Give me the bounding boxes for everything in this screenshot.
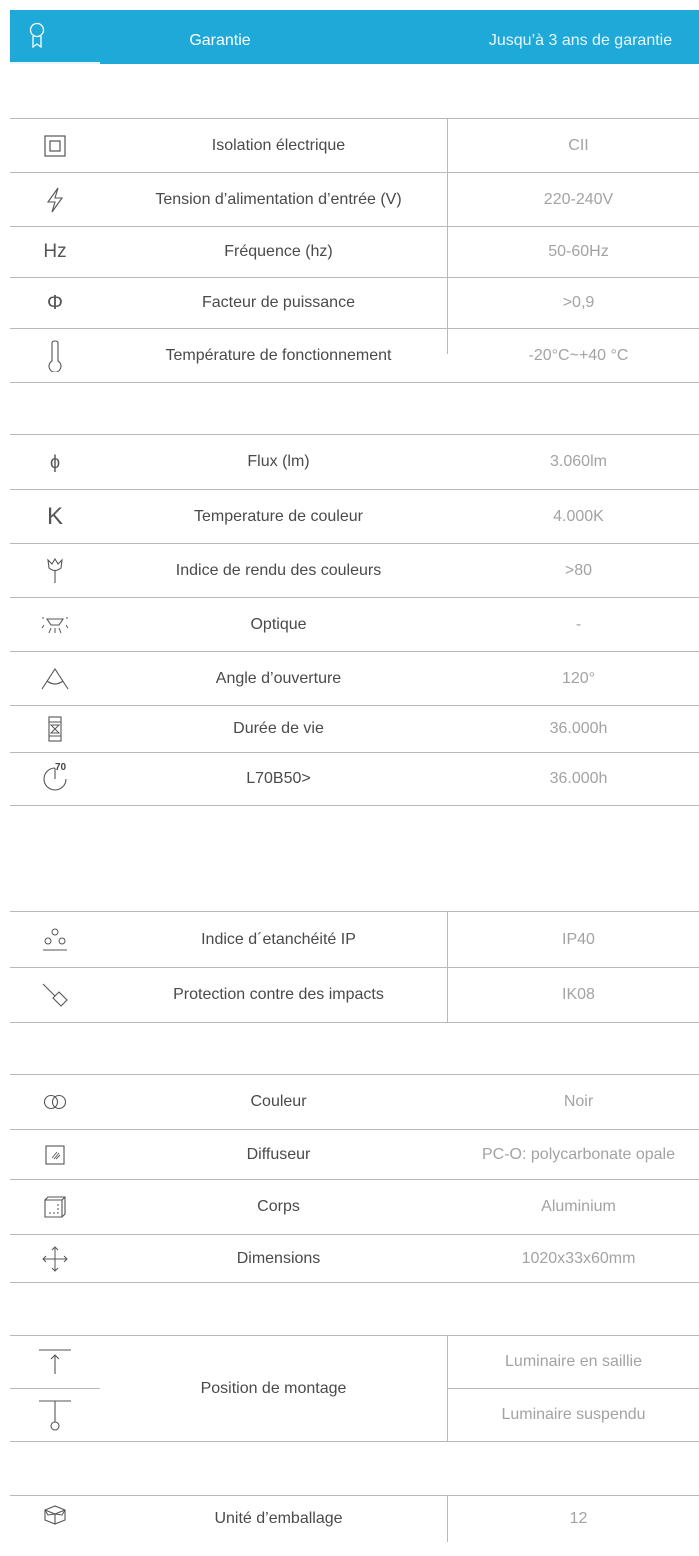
- spec-value: >0,9: [562, 294, 595, 311]
- spec-value: 3.060lm: [550, 453, 607, 470]
- l70-icon: 70: [10, 753, 100, 805]
- hourglass-icon: [10, 706, 100, 752]
- spec-label: Dimensions: [236, 1249, 321, 1267]
- spec-value: Noir: [563, 1093, 594, 1110]
- lightning-icon: [10, 173, 100, 226]
- spec-row-power-factor: Φ Facteur de puissance >0,9: [10, 278, 699, 328]
- spec-row-color-temp: K Temperature de couleur 4.000K: [10, 490, 699, 543]
- mounting-value-suspended: Luminaire suspendu: [501, 1406, 646, 1423]
- spec-value: 120°: [561, 669, 596, 687]
- spec-row-insulation: Isolation électrique CII: [10, 119, 699, 172]
- color-rings-icon: [10, 1075, 100, 1129]
- hammer-impact-icon: [10, 968, 100, 1022]
- spec-value: 1020x33x60mm: [521, 1249, 636, 1267]
- spec-label: Angle d’ouverture: [215, 669, 342, 687]
- spec-row-beam-angle: Angle d’ouverture 120°: [10, 652, 699, 705]
- surface-mount-icon: [10, 1336, 100, 1388]
- thermometer-icon: [10, 329, 100, 382]
- spec-row-diffuser: Diffuseur PC-O: polycarbonate opale: [10, 1130, 699, 1179]
- suspended-mount-icon: [10, 1389, 100, 1441]
- spec-label: Diffuseur: [246, 1145, 311, 1163]
- spec-label: Durée de vie: [233, 720, 324, 737]
- mounting-label: Position de montage: [200, 1379, 347, 1397]
- spec-value: 36.000h: [549, 720, 608, 737]
- spec-row-lifetime: Durée de vie 36.000h: [10, 706, 699, 752]
- beam-angle-icon: [10, 652, 100, 705]
- spec-value: IK08: [562, 986, 595, 1003]
- box-icon: [10, 1496, 100, 1556]
- spec-row-ik: Protection contre des impacts IK08: [10, 968, 699, 1022]
- spec-value: PC-O: polycarbonate opale: [482, 1145, 675, 1163]
- warranty-value: Jusqu’à 3 ans de garantie: [488, 32, 673, 49]
- spec-label: Indice de rendu des couleurs: [175, 561, 382, 579]
- spec-label: Protection contre des impacts: [173, 986, 384, 1003]
- spec-value: -20°C~+40 °C: [528, 346, 629, 364]
- mounting-value-surface: Luminaire en saillie: [505, 1353, 642, 1370]
- spec-row-flux: ϕ Flux (lm) 3.060lm: [10, 435, 699, 489]
- spec-value: Aluminium: [541, 1198, 616, 1215]
- spec-value: >80: [564, 561, 593, 579]
- spec-value: CII: [568, 136, 589, 154]
- spec-value: 50-60Hz: [548, 243, 609, 260]
- tulip-icon: [10, 544, 100, 597]
- spec-label: Unité d’emballage: [214, 1510, 343, 1527]
- spec-label: Corps: [257, 1198, 300, 1215]
- body-cube-icon: [10, 1180, 100, 1234]
- insulation-class-icon: [10, 119, 100, 172]
- spec-row-packaging: Unité d’emballage 12: [10, 1496, 699, 1556]
- warranty-header: Garantie Jusqu’à 3 ans de garantie: [10, 10, 699, 64]
- spec-label: Couleur: [250, 1093, 307, 1110]
- spec-row-frequency: Hz Fréquence (hz) 50-60Hz: [10, 227, 699, 277]
- spec-row-color: Couleur Noir: [10, 1075, 699, 1129]
- spec-row-temperature: Température de fonctionnement -20°C~+40 …: [10, 329, 699, 382]
- spec-label: Temperature de couleur: [194, 507, 363, 525]
- optic-icon: [10, 598, 100, 651]
- ip-droplets-icon: [10, 912, 100, 967]
- spec-value: IP40: [562, 930, 595, 948]
- spec-row-dimensions: Dimensions 1020x33x60mm: [10, 1235, 699, 1282]
- spec-label: Optique: [250, 615, 307, 633]
- spec-label: L70B50>: [246, 770, 311, 787]
- spec-label: Facteur de puissance: [202, 294, 355, 311]
- spec-value: 36.000h: [549, 770, 608, 787]
- spec-value: 12: [569, 1510, 588, 1527]
- spec-value: -: [575, 615, 582, 633]
- kelvin-icon: K: [46, 502, 63, 530]
- phi-icon: Φ: [47, 291, 63, 314]
- spec-label: Fréquence (hz): [224, 243, 333, 260]
- diffuser-icon: [10, 1130, 100, 1179]
- hz-icon: Hz: [43, 241, 67, 262]
- spec-label: Indice d´etanchéité IP: [201, 930, 356, 948]
- spec-label: Tension d’alimentation d’entrée (V): [155, 190, 402, 208]
- warranty-label: Garantie: [189, 32, 251, 49]
- warranty-ribbon-icon: [22, 20, 52, 52]
- spec-row-optic: Optique -: [10, 598, 699, 651]
- spec-row-cri: Indice de rendu des couleurs >80: [10, 544, 699, 597]
- spec-value: 220-240V: [543, 190, 614, 208]
- spec-row-l70b50: 70 L70B50> 36.000h: [10, 753, 699, 805]
- spec-row-body: Corps Aluminium: [10, 1180, 699, 1234]
- spec-label: Isolation électrique: [211, 136, 346, 154]
- dimensions-arrows-icon: [10, 1235, 100, 1282]
- spec-label: Flux (lm): [247, 453, 310, 470]
- flux-icon: ϕ: [49, 451, 61, 472]
- spec-label: Température de fonctionnement: [165, 346, 392, 364]
- spec-row-ip: Indice d´etanchéité IP IP40: [10, 912, 699, 967]
- spec-row-voltage: Tension d’alimentation d’entrée (V) 220-…: [10, 173, 699, 226]
- spec-value: 4.000K: [553, 507, 604, 525]
